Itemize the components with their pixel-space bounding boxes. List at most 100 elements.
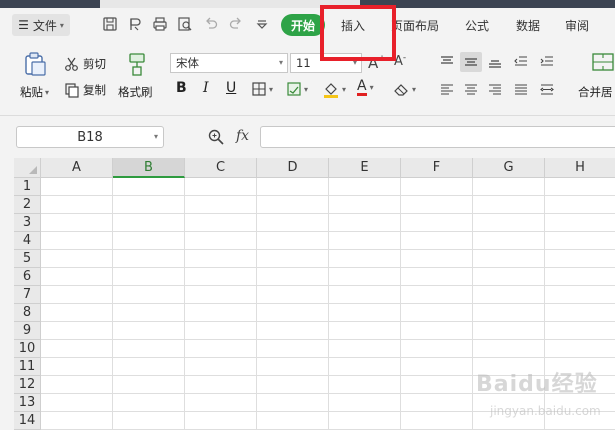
gridline — [41, 357, 615, 358]
cut-label: 剪切 — [83, 57, 106, 71]
print-icon[interactable] — [152, 16, 168, 32]
row-header-7[interactable]: 7 — [14, 286, 41, 304]
cell-style-icon[interactable]: ▾ — [286, 81, 308, 97]
gridline — [41, 267, 615, 268]
align-left-icon[interactable] — [436, 80, 458, 100]
bold-icon[interactable]: B — [176, 80, 187, 96]
copy-button[interactable]: 复制 — [64, 82, 106, 98]
gridline — [41, 285, 615, 286]
title-strip — [0, 0, 615, 8]
borders-icon[interactable]: ▾ — [251, 81, 273, 97]
decrease-indent-icon[interactable] — [510, 52, 532, 72]
font-name-select[interactable]: 宋体 ▾ — [170, 53, 288, 73]
formula-input[interactable] — [260, 126, 615, 148]
row-header-2[interactable]: 2 — [14, 196, 41, 214]
save-icon[interactable] — [102, 16, 118, 32]
column-header-h[interactable]: H — [545, 158, 615, 178]
distributed-align-icon[interactable] — [536, 80, 558, 100]
copy-icon — [65, 83, 79, 98]
watermark-main: Baidu经验 — [476, 372, 598, 397]
row-header-13[interactable]: 13 — [14, 394, 41, 412]
column-header-d[interactable]: D — [257, 158, 329, 178]
row-header-4[interactable]: 4 — [14, 232, 41, 250]
name-box[interactable]: B18 ▾ — [16, 126, 164, 148]
undo-icon[interactable] — [203, 16, 219, 32]
tab-formulas[interactable]: 公式 — [465, 14, 489, 36]
chevron-down-icon: ▾ — [278, 58, 283, 67]
paste-button[interactable]: 粘贴 ▾ — [20, 84, 49, 100]
row-header-12[interactable]: 12 — [14, 376, 41, 394]
select-all-corner[interactable] — [14, 158, 41, 178]
column-header-c[interactable]: C — [185, 158, 257, 178]
gridline — [41, 303, 615, 304]
quick-access-dropdown-icon[interactable] — [254, 16, 270, 32]
fill-color-icon[interactable]: ▾ — [322, 80, 346, 98]
row-header-3[interactable]: 3 — [14, 214, 41, 232]
print-preview-icon[interactable] — [177, 16, 193, 32]
chevron-down-icon: ▾ — [153, 132, 158, 141]
row-header-5[interactable]: 5 — [14, 250, 41, 268]
gridline — [41, 213, 615, 214]
column-header-b[interactable]: B — [113, 158, 185, 178]
cell-reference: B18 — [77, 129, 103, 145]
gridline — [41, 195, 615, 196]
insert-function-button[interactable]: fx — [236, 128, 249, 144]
zoom-icon[interactable] — [207, 128, 225, 146]
merge-center-icon[interactable] — [592, 52, 614, 72]
title-strip-right — [360, 0, 615, 8]
row-header-10[interactable]: 10 — [14, 340, 41, 358]
tab-page-layout[interactable]: 页面布局 — [391, 14, 439, 36]
ribbon-home: 粘贴 ▾ 剪切 复制 格式刷 宋体 ▾ 11 ▾ A + A- B I U ▾ ▾… — [0, 42, 615, 116]
font-color-icon[interactable]: A ▾ — [357, 79, 374, 96]
scissors-icon — [65, 57, 78, 71]
row-header-9[interactable]: 9 — [14, 322, 41, 340]
underline-icon[interactable]: U — [226, 80, 236, 96]
align-top-icon[interactable] — [436, 52, 458, 72]
increase-indent-icon[interactable] — [536, 52, 558, 72]
row-header-11[interactable]: 11 — [14, 358, 41, 376]
redo-icon[interactable] — [228, 16, 244, 32]
watermark: Baidu经验 jingyan.baidu.com — [470, 360, 610, 426]
align-middle-icon[interactable] — [460, 52, 482, 72]
align-bottom-icon[interactable] — [484, 52, 506, 72]
hamburger-icon: ☰ — [18, 18, 29, 32]
row-header-14[interactable]: 14 — [14, 412, 41, 430]
file-menu-label: 文件 — [32, 18, 57, 33]
row-header-1[interactable]: 1 — [14, 178, 41, 196]
title-tab-dark — [0, 0, 100, 8]
export-pdf-icon[interactable] — [127, 16, 143, 32]
column-header-f[interactable]: F — [401, 158, 473, 178]
file-menu-button[interactable]: ☰ 文件 ▾ — [12, 14, 70, 36]
cut-button[interactable]: 剪切 — [64, 56, 106, 72]
row-header-6[interactable]: 6 — [14, 268, 41, 286]
justify-icon[interactable] — [510, 80, 532, 100]
highlight-box — [320, 5, 396, 61]
tab-data[interactable]: 数据 — [516, 14, 540, 36]
formula-bar: B18 ▾ fx — [0, 116, 615, 158]
watermark-sub: jingyan.baidu.com — [490, 404, 601, 418]
tab-review[interactable]: 审阅 — [565, 14, 589, 36]
gridline — [41, 249, 615, 250]
font-name-value: 宋体 — [176, 56, 199, 70]
tab-start[interactable]: 开始 — [281, 14, 325, 36]
row-header-8[interactable]: 8 — [14, 304, 41, 322]
column-header-g[interactable]: G — [473, 158, 545, 178]
format-painter-icon[interactable] — [126, 52, 148, 76]
gridline — [41, 231, 615, 232]
paste-icon[interactable] — [22, 51, 48, 77]
format-painter-label[interactable]: 格式刷 — [118, 84, 153, 100]
chevron-down-icon: ▾ — [59, 20, 64, 30]
italic-icon[interactable]: I — [203, 80, 209, 96]
grid-left-strip — [0, 158, 14, 430]
merge-center-label[interactable]: 合并居 — [578, 84, 613, 100]
column-header-a[interactable]: A — [41, 158, 113, 178]
chevron-down-icon: ▾ — [45, 87, 50, 97]
copy-label: 复制 — [83, 83, 106, 97]
column-header-e[interactable]: E — [329, 158, 401, 178]
align-center-icon[interactable] — [460, 80, 482, 100]
font-size-value: 11 — [296, 56, 311, 70]
gridline — [41, 321, 615, 322]
align-right-icon[interactable] — [484, 80, 506, 100]
eraser-icon[interactable]: ▾ — [392, 80, 416, 98]
gridline — [41, 339, 615, 340]
